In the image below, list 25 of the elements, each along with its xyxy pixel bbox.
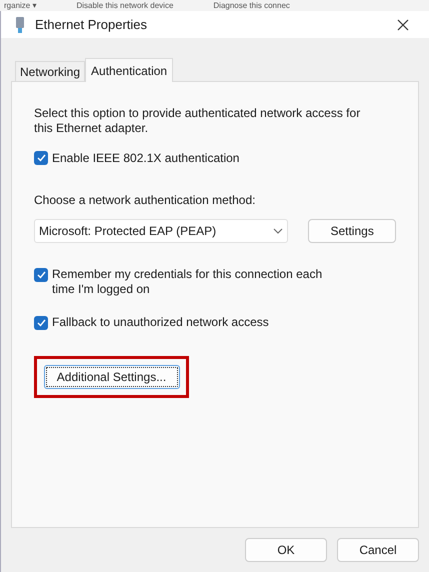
background-toolbar-text: rganize ▾ bbox=[4, 0, 36, 10]
background-toolbar-text: Diagnose this connec bbox=[213, 0, 290, 10]
checkbox-label: Fallback to unauthorized network access bbox=[52, 315, 270, 330]
window-title: Ethernet Properties bbox=[35, 16, 148, 34]
checkbox-label: Remember my credentials for this connection each time I'm logged on bbox=[52, 267, 324, 297]
description-text: Select this option to provide authenticated network access for this Ethernet adapter. bbox=[34, 106, 362, 136]
dialog-button[interactable]: Cancel bbox=[337, 538, 419, 562]
checkmark-icon bbox=[36, 154, 46, 162]
dialog-button[interactable]: OK bbox=[245, 538, 327, 562]
checkbox[interactable] bbox=[34, 151, 48, 165]
checkbox[interactable] bbox=[34, 316, 48, 330]
checkmark-icon bbox=[36, 271, 46, 279]
tab[interactable]: Authentication bbox=[85, 58, 174, 82]
tab[interactable]: Networking bbox=[15, 61, 86, 81]
checkmark-icon bbox=[36, 319, 46, 327]
checkbox[interactable] bbox=[34, 268, 48, 282]
close-icon bbox=[397, 18, 409, 30]
background-toolbar-text: Disable this network device bbox=[76, 0, 174, 10]
settings-button[interactable]: Settings bbox=[308, 219, 396, 243]
method-label: Choose a network authentication method: bbox=[34, 192, 256, 209]
additional-settings-button[interactable]: Additional Settings... bbox=[44, 365, 180, 389]
network-adapter-icon bbox=[15, 16, 25, 32]
checkbox-label: Enable IEEE 802.1X authentication bbox=[52, 150, 240, 167]
chevron-down-icon bbox=[273, 228, 284, 234]
method-dropdown[interactable]: Microsoft: Protected EAP (PEAP) bbox=[34, 219, 288, 243]
